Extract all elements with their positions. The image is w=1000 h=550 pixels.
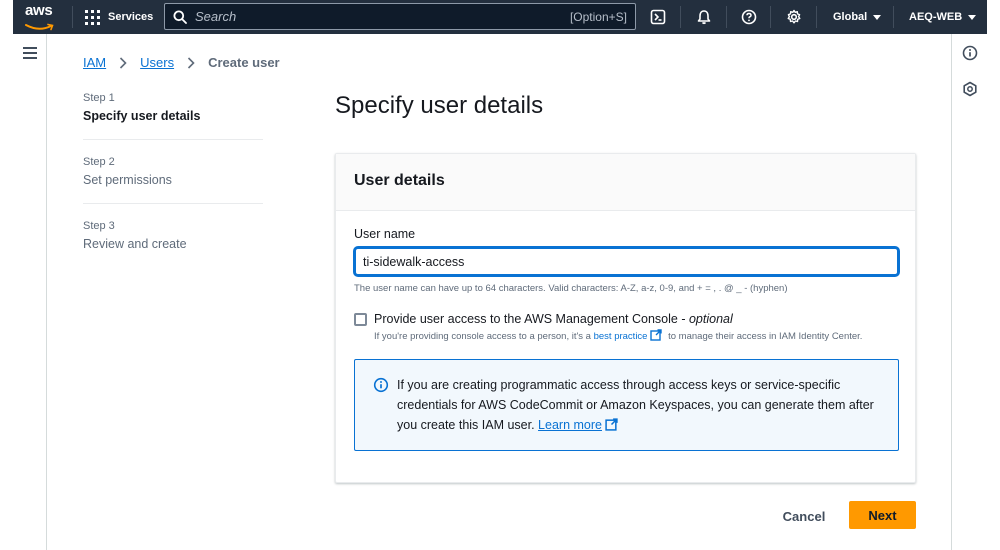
chevron-right-icon	[188, 56, 195, 69]
aws-logo-text: aws	[25, 2, 53, 19]
card-body: User name The user name can have up to 6…	[336, 211, 915, 467]
services-label: Services	[108, 11, 154, 23]
feedback-icon[interactable]	[962, 81, 978, 97]
step-number: Step 1	[83, 92, 115, 104]
notifications-icon[interactable]	[693, 6, 715, 28]
right-tools-rail	[951, 34, 987, 550]
region-label: Global	[833, 11, 868, 23]
console-access-checkbox[interactable]	[354, 313, 367, 326]
chevron-right-icon	[120, 56, 127, 69]
caret-down-icon	[873, 14, 882, 20]
breadcrumb-link-iam[interactable]: IAM	[83, 55, 106, 70]
learn-more-link[interactable]: Learn more	[538, 418, 602, 432]
nav-divider	[726, 6, 727, 28]
settings-icon[interactable]	[783, 6, 805, 28]
search-input[interactable]	[195, 9, 570, 24]
info-alert: If you are creating programmatic access …	[354, 359, 899, 451]
console-access-label: Provide user access to the AWS Managemen…	[374, 312, 733, 326]
nav-divider	[770, 6, 771, 28]
breadcrumb-link-users[interactable]: Users	[140, 55, 174, 70]
left-navigation-rail	[13, 34, 47, 550]
wizard-steps: Step 1 Specify user details Step 2 Set p…	[83, 92, 263, 283]
external-link-icon	[605, 418, 618, 431]
page-title: Specify user details	[335, 92, 544, 119]
username-input[interactable]	[354, 247, 899, 276]
card-title: User details	[354, 172, 445, 189]
aws-smile-icon	[25, 23, 54, 31]
card-header: User details	[336, 154, 915, 211]
step-number: Step 3	[83, 220, 115, 232]
menu-icon[interactable]	[23, 47, 37, 59]
services-grid-icon	[85, 9, 100, 25]
step-title: Set permissions	[83, 173, 172, 187]
best-practice-link[interactable]: best practice	[594, 331, 648, 342]
account-menu[interactable]: AEQ-WEB	[909, 0, 977, 34]
step-number: Step 2	[83, 156, 115, 168]
services-menu[interactable]: Services	[85, 0, 153, 34]
info-icon	[373, 377, 389, 393]
nav-divider	[816, 6, 817, 28]
username-label: User name	[354, 227, 416, 241]
search-bar[interactable]: [Option+S]	[164, 3, 636, 30]
console-access-description: If you're providing console access to a …	[374, 329, 863, 342]
info-icon[interactable]	[962, 45, 978, 61]
alert-text: If you are creating programmatic access …	[397, 378, 874, 432]
external-link-icon	[650, 329, 663, 341]
nav-divider	[893, 6, 894, 28]
account-label: AEQ-WEB	[909, 11, 963, 23]
cancel-button[interactable]: Cancel	[773, 503, 835, 529]
wizard-step-3[interactable]: Step 3 Review and create	[83, 220, 263, 267]
breadcrumb: IAM Users Create user	[83, 55, 280, 70]
optional-tag: optional	[688, 312, 733, 326]
top-navigation: aws Services [Option+S]	[13, 0, 987, 34]
step-title: Specify user details	[83, 109, 201, 123]
nav-divider	[680, 6, 681, 28]
step-title: Review and create	[83, 237, 187, 251]
console-window: aws Services [Option+S]	[0, 0, 1000, 550]
region-selector[interactable]: Global	[833, 0, 882, 34]
cloudshell-icon[interactable]	[647, 6, 669, 28]
username-hint: The user name can have up to 64 characte…	[354, 283, 788, 294]
help-icon[interactable]	[738, 6, 760, 28]
search-shortcut: [Option+S]	[569, 9, 627, 24]
aws-logo[interactable]: aws	[25, 2, 59, 31]
search-icon	[173, 10, 187, 24]
wizard-step-2[interactable]: Step 2 Set permissions	[83, 156, 263, 204]
next-button[interactable]: Next	[849, 501, 916, 529]
breadcrumb-current: Create user	[208, 55, 280, 70]
user-details-container: User details User name The user name can…	[335, 153, 916, 483]
console-access-option[interactable]: Provide user access to the AWS Managemen…	[354, 312, 897, 344]
wizard-step-1[interactable]: Step 1 Specify user details	[83, 92, 263, 140]
nav-divider	[72, 6, 73, 28]
caret-down-icon	[968, 14, 977, 20]
